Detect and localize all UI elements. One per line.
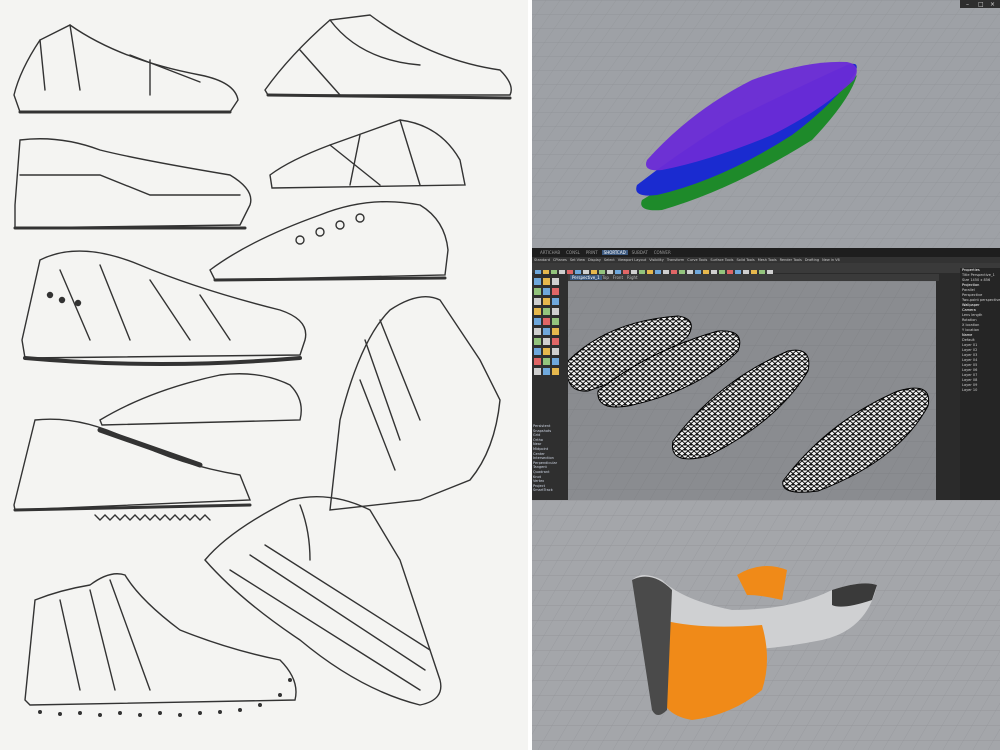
tab-right[interactable]: Right (627, 275, 638, 280)
voronoi-insoles-render (566, 281, 936, 500)
menu-display[interactable]: Display (588, 258, 601, 262)
command-sidebar: Persistent Snapshots Grid Ortho Near Mid… (532, 274, 568, 500)
tab-conver[interactable]: CONVER (652, 250, 673, 255)
layer-item[interactable]: Layer 10 (960, 388, 1000, 393)
icon-toolbar[interactable] (532, 263, 1000, 276)
svg-text:×: × (990, 1, 995, 8)
tab-consl[interactable]: CONSL (564, 250, 582, 255)
insole-layers-render: – □ × (532, 0, 1000, 248)
menu-standard[interactable]: Standard (534, 258, 550, 262)
menu-cplanes[interactable]: CPlanes (553, 258, 567, 262)
tab-shortcad[interactable]: SHORTCAD (601, 250, 628, 255)
menu-new-in-v6[interactable]: New in V6 (822, 258, 840, 262)
tab-print[interactable]: PRINT (584, 250, 600, 255)
svg-text:–: – (966, 1, 969, 8)
menu-mesh-tools[interactable]: Mesh Tools (758, 258, 777, 262)
viewport-tabs: Perspective Top Front Right (568, 274, 939, 281)
menu-transform[interactable]: Transform (667, 258, 684, 262)
menu-drafting[interactable]: Drafting (805, 258, 819, 262)
shoe-3d-render (532, 500, 1000, 750)
sidebar-tool-icons[interactable] (532, 274, 568, 394)
menu-set-view[interactable]: Set View (570, 258, 585, 262)
tab-front[interactable]: Front (613, 275, 623, 280)
tab-subdat[interactable]: SUBDAT (630, 250, 650, 255)
viewport-shoe-render[interactable] (532, 500, 1000, 750)
menu-surface-tools[interactable]: Surface Tools (710, 258, 733, 262)
viewport-label: Perspective_1 (570, 275, 602, 280)
perspective-viewport[interactable]: Perspective_1 (566, 275, 936, 500)
sketch-sheet (0, 0, 528, 750)
osnap-list: Persistent Snapshots Grid Ortho Near Mid… (532, 424, 568, 493)
menu-select[interactable]: Select (604, 258, 615, 262)
osnap-item[interactable]: SmartTrack (532, 488, 568, 493)
viewport-insole-render[interactable]: – □ × (532, 0, 1000, 248)
svg-text:□: □ (978, 1, 984, 8)
menu-visibility[interactable]: Visibility (649, 258, 664, 262)
properties-panel: Properties Title Perspective_1 Size 1450… (960, 268, 1000, 500)
rhino-app-window: ARTICHAB CONSL PRINT SHORTCAD SUBDAT CON… (532, 248, 1000, 500)
ribbon-tabs: ARTICHAB CONSL PRINT SHORTCAD SUBDAT CON… (532, 248, 1000, 257)
sneaker-sketches-illustration (13, 14, 512, 717)
menu-viewport-layout[interactable]: Viewport Layout (618, 258, 647, 262)
window-controls[interactable]: – □ × (960, 0, 1000, 8)
tab-artichab[interactable]: ARTICHAB (538, 250, 562, 255)
menu-render-tools[interactable]: Render Tools (780, 258, 802, 262)
menu-solid-tools[interactable]: Solid Tools (736, 258, 754, 262)
tab-top[interactable]: Top (602, 275, 609, 280)
menu-curve-tools[interactable]: Curve Tools (687, 258, 707, 262)
